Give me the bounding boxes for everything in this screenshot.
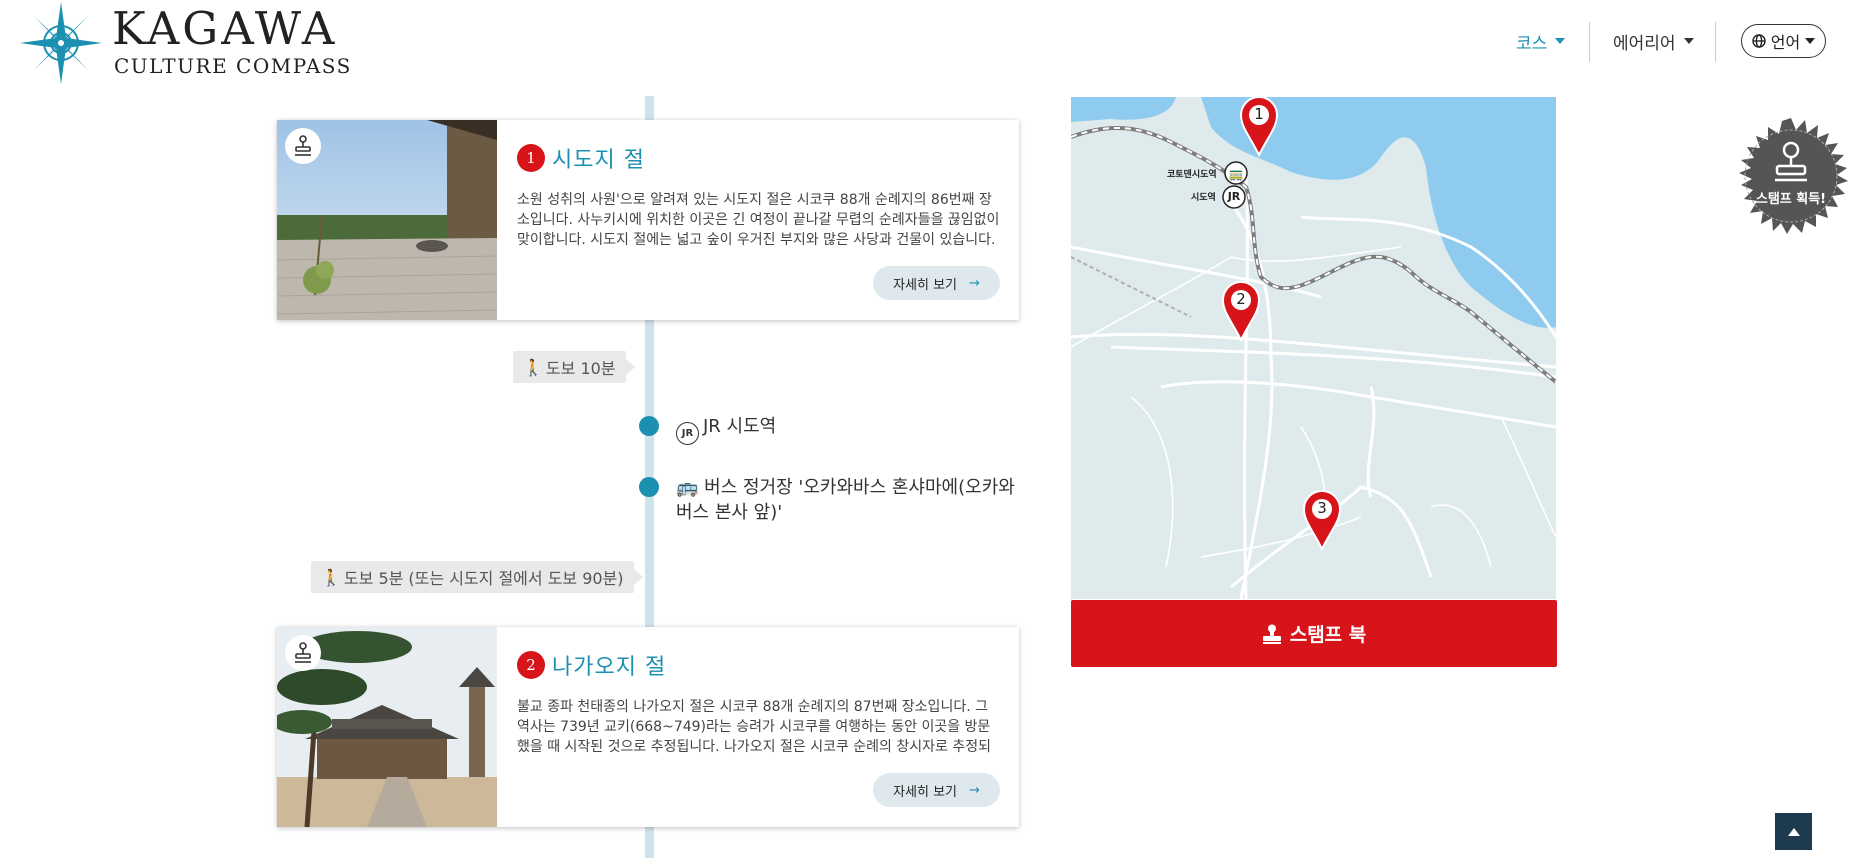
spot-description-1: 소원 성취의 사원'으로 알려져 있는 시도지 절은 시코쿠 88개 순례지의 …	[517, 192, 1000, 248]
spot-number-badge: 1	[517, 144, 545, 172]
walk-time-1: 🚶 도보 10분	[513, 351, 635, 383]
language-label: 언어	[1770, 33, 1801, 52]
walking-person-icon: 🚶	[321, 567, 341, 587]
stamp-available-icon	[285, 128, 321, 164]
map-jr-mark: JR	[1227, 190, 1241, 203]
globe-icon	[1752, 34, 1766, 48]
nav-area-label: 에어리어	[1613, 33, 1676, 54]
arrow-right-icon: →	[969, 782, 980, 798]
map-label-station1: 코토덴시도역	[1167, 170, 1217, 180]
svg-text:🚃: 🚃	[1229, 167, 1244, 181]
stamp-book-button[interactable]: 스탬프 북	[1071, 600, 1557, 667]
compass-icon	[20, 2, 102, 84]
site-logo[interactable]: KAGAWA CULTURE COMPASS	[20, 2, 350, 84]
timeline-stop-dot	[639, 477, 659, 497]
stop-jr-station: JR JR 시도역	[676, 414, 776, 445]
stop-bus-label: 버스 정거장 '오카와바스 혼샤마에(오카와 버스 본사 앞)'	[676, 477, 1015, 523]
course-map[interactable]: 🚃 코토덴시도역 시도역 JR 1 2 3	[1071, 97, 1556, 599]
chevron-down-icon	[1555, 38, 1566, 44]
back-to-top-button[interactable]	[1775, 813, 1812, 850]
stop-bus: 🚌 버스 정거장 '오카와바스 혼샤마에(오카와 버스 본사 앞)'	[676, 475, 1024, 525]
logo-subtitle: CULTURE COMPASS	[114, 54, 352, 78]
nav-course-dropdown[interactable]: 코스	[1516, 28, 1566, 54]
language-selector[interactable]: 언어	[1741, 24, 1826, 58]
spot-card-2: 2 나가오지 절 불교 종파 천태종의 나가오지 절은 시코쿠 88개 순례지의…	[277, 627, 1019, 827]
stamp-obtained-badge[interactable]: 스탬프 획득!	[1733, 118, 1849, 234]
chevron-up-icon	[1787, 827, 1800, 836]
walk-time-text: 도보 5분 (또는 시도지 절에서 도보 90분)	[343, 569, 624, 588]
nav-course-label: 코스	[1516, 33, 1548, 54]
stamp-seal-icon	[1739, 118, 1848, 234]
more-button-label: 자세히 보기	[893, 784, 958, 800]
walk-time-2: 🚶 도보 5분 (또는 시도지 절에서 도보 90분)	[311, 561, 643, 593]
site-header: KAGAWA CULTURE COMPASS 코스 에어리어 언어	[0, 0, 1857, 96]
nav-divider	[1715, 22, 1716, 62]
stop-jr-label: JR 시도역	[703, 416, 777, 437]
spot-title-2[interactable]: 2 나가오지 절	[517, 649, 666, 681]
walking-person-icon: 🚶	[523, 357, 543, 377]
map-pin-2-number[interactable]: 2	[1231, 290, 1251, 308]
timeline-stop-dot	[639, 416, 659, 436]
map-pin-3-number[interactable]: 3	[1312, 499, 1332, 517]
nav-area-dropdown[interactable]: 에어리어	[1613, 28, 1694, 54]
arrow-right-icon: →	[969, 275, 980, 291]
chevron-down-icon	[1683, 38, 1694, 44]
stamp-book-label: 스탬프 북	[1289, 624, 1367, 646]
spot-number-badge: 2	[517, 651, 545, 679]
spot-card-1: 1 시도지 절 소원 성취의 사원'으로 알려져 있는 시도지 절은 시코쿠 8…	[277, 120, 1019, 320]
map-label-station2: 시도역	[1191, 193, 1216, 203]
spot-2-more-button[interactable]: 자세히 보기 →	[873, 773, 1000, 807]
more-button-label: 자세히 보기	[893, 277, 958, 293]
stamp-icon	[1262, 624, 1281, 644]
spot-title-text: 나가오지 절	[552, 655, 667, 680]
walk-time-text: 도보 10분	[545, 359, 616, 378]
stamp-available-icon	[285, 635, 321, 671]
bus-icon: 🚌	[676, 477, 699, 498]
chevron-down-icon	[1805, 38, 1816, 44]
spot-photo-nagaoji[interactable]	[277, 627, 497, 827]
spot-photo-shidoji[interactable]	[277, 120, 497, 320]
map-pin-1-number[interactable]: 1	[1249, 105, 1269, 123]
logo-title: KAGAWA	[112, 2, 338, 55]
stamp-obtained-label: 스탬프 획득!	[1755, 192, 1827, 207]
spot-title-1[interactable]: 1 시도지 절	[517, 142, 645, 174]
jr-icon: JR	[676, 422, 699, 445]
spot-description-2: 불교 종파 천태종의 나가오지 절은 시코쿠 88개 순례지의 87번째 장소입…	[517, 699, 991, 755]
map-graphic: 🚃	[1071, 97, 1556, 599]
spot-title-text: 시도지 절	[552, 148, 645, 173]
nav-divider	[1589, 22, 1590, 62]
spot-1-more-button[interactable]: 자세히 보기 →	[873, 266, 1000, 300]
